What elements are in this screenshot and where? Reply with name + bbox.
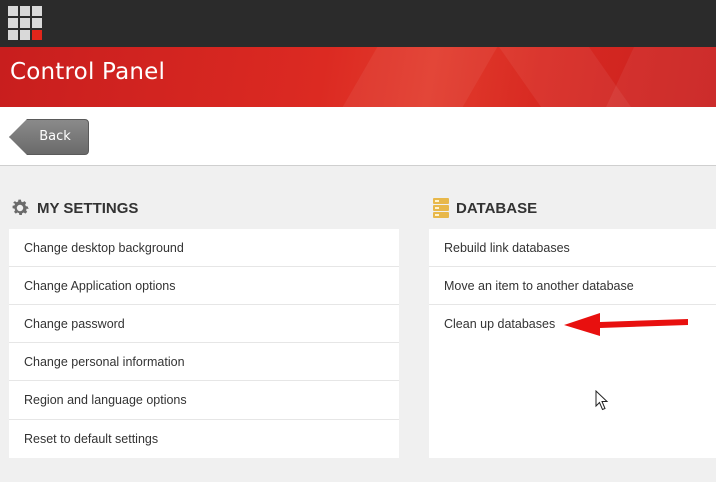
my-settings-title: MY SETTINGS [37,199,139,217]
annotation-arrow-icon [564,313,688,336]
database-title: DATABASE [456,199,538,217]
back-button[interactable]: Back [9,119,89,155]
settings-item-desktop-background[interactable]: Change desktop background [9,229,399,267]
settings-item-region-language[interactable]: Region and language options [9,381,399,420]
gear-icon [12,199,29,216]
settings-item-password[interactable]: Change password [9,305,399,343]
settings-item-personal-information[interactable]: Change personal information [9,343,399,381]
database-item-rebuild-link[interactable]: Rebuild link databases [429,229,716,267]
settings-item-application-options[interactable]: Change Application options [9,267,399,305]
page-banner: Control Panel [0,47,716,107]
database-panel: Rebuild link databases Move an item to a… [429,229,716,458]
top-bar [0,0,716,47]
database-item-move-item[interactable]: Move an item to another database [429,267,716,305]
database-header: DATABASE [432,196,537,220]
mouse-cursor-icon [595,390,609,411]
toolbar: Back [0,107,716,166]
my-settings-header: MY SETTINGS [9,196,138,220]
settings-item-reset-defaults[interactable]: Reset to default settings [9,420,399,458]
app-grid-icon[interactable] [8,6,42,40]
my-settings-panel: Change desktop background Change Applica… [9,229,399,458]
page-title: Control Panel [10,59,166,85]
database-icon [433,198,449,218]
